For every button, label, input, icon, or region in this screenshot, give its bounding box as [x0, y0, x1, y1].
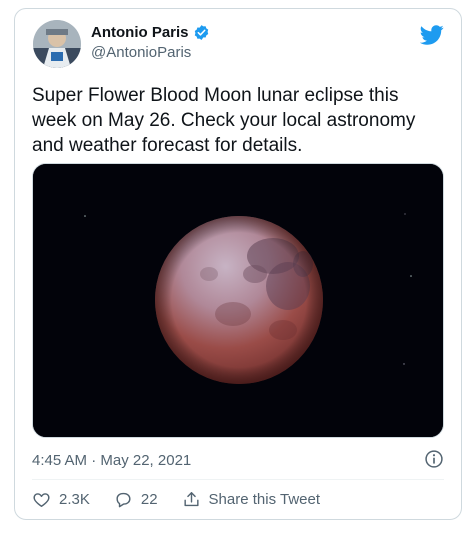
info-icon[interactable] [424, 449, 444, 469]
avatar[interactable] [33, 20, 81, 68]
tweet-meta: 4:45 AM · May 22, 2021 [32, 450, 444, 470]
tweet-text: Super Flower Blood Moon lunar eclipse th… [32, 85, 416, 156]
reply-button[interactable]: 22 [114, 490, 158, 509]
tweet-actions: 2.3K 22 Share this Tweet [32, 488, 344, 510]
heart-icon [33, 492, 50, 507]
tweet-media[interactable] [32, 163, 444, 438]
author-handle[interactable]: @AntonioParis [91, 44, 210, 61]
blood-moon-photo [33, 164, 443, 437]
author-name-row: Antonio Paris [91, 24, 210, 41]
author-name[interactable]: Antonio Paris [91, 24, 189, 41]
avatar-image [33, 20, 81, 68]
share-button[interactable]: Share this Tweet [182, 490, 320, 509]
like-count: 2.3K [59, 490, 90, 508]
like-button[interactable]: 2.3K [32, 490, 90, 509]
tweet-timestamp[interactable]: 4:45 AM · May 22, 2021 [32, 452, 191, 469]
author-block: Antonio Paris @AntonioParis [91, 24, 210, 61]
reply-icon [116, 492, 131, 507]
tweet-card[interactable]: Antonio Paris @AntonioParis Super Flower… [14, 8, 462, 520]
twitter-bird-icon[interactable] [420, 23, 444, 47]
share-label: Share this Tweet [208, 490, 320, 508]
share-icon [184, 491, 199, 506]
divider [32, 479, 444, 480]
reply-count: 22 [140, 490, 158, 508]
verified-badge-icon [194, 25, 208, 40]
